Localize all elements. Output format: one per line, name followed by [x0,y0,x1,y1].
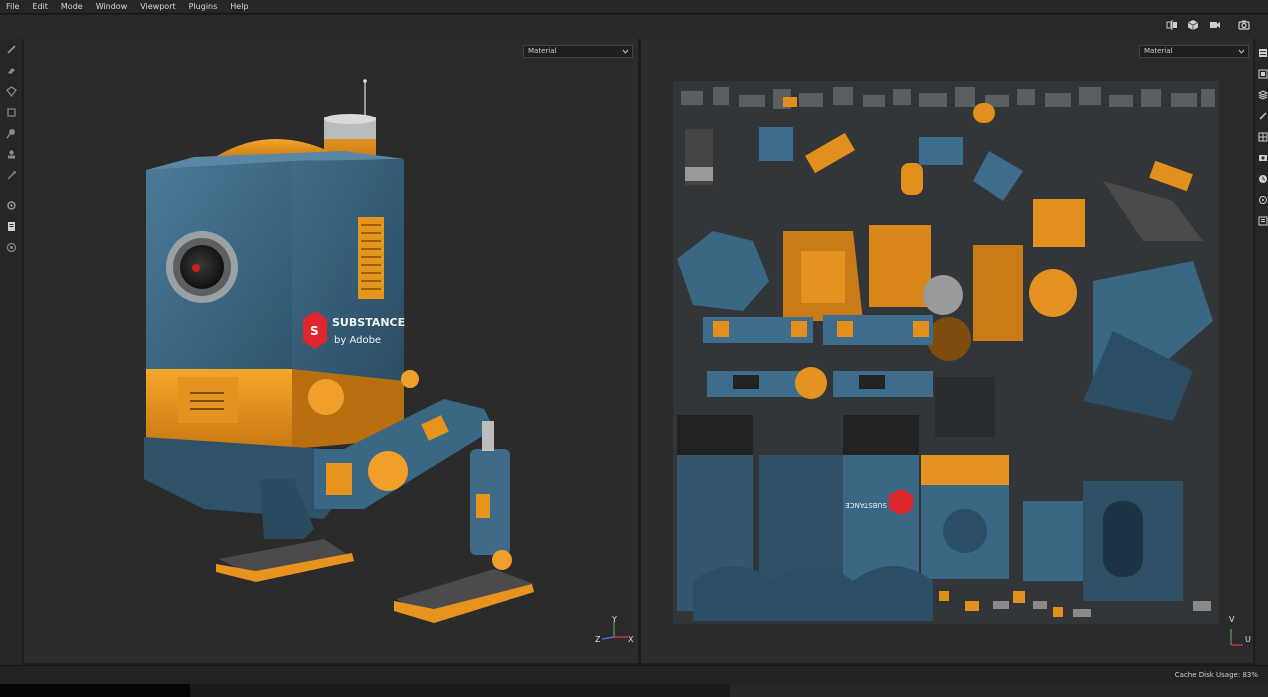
smudge-icon[interactable] [5,127,18,140]
uv-texture-map: SUBSTANCE [673,81,1219,624]
axis-u-label: U [1245,635,1251,644]
axis-y-label: Y [612,615,617,624]
cache-disk-usage-value: 83% [1242,671,1258,679]
camera-icon[interactable] [1208,18,1222,32]
projection-icon[interactable] [5,85,18,98]
viewport-3d[interactable]: Material S SUBSTANCE by Adobe Y Z X [24,39,638,663]
cache-disk-usage: Cache Disk Usage: 83% [1175,671,1258,679]
layers-icon[interactable] [1257,85,1268,100]
menu-bar: File Edit Mode Window Viewport Plugins H… [0,0,1268,14]
channel-select-2d[interactable]: Material [1139,45,1249,58]
texture-set-settings-icon[interactable] [1258,64,1268,79]
properties-icon[interactable] [1258,106,1268,120]
brush-icon[interactable] [5,43,18,56]
color-picker-icon[interactable] [5,169,18,182]
axis-x-label: X [628,635,634,644]
cache-disk-usage-label: Cache Disk Usage: [1174,671,1241,679]
eraser-icon[interactable] [5,64,18,77]
svg-text:SUBSTANCE: SUBSTANCE [845,501,887,509]
top-toolbar [0,15,1268,39]
screenshot-icon[interactable] [1237,18,1251,32]
right-toolbar [1254,39,1268,665]
split-view-icon[interactable] [1165,18,1179,32]
axis-v-label: V [1229,615,1235,624]
viewport-2d[interactable]: Material SUBSTANCE V U [641,39,1253,663]
settings-icon[interactable] [5,199,18,212]
library-icon[interactable] [1258,211,1268,226]
shader-settings-icon[interactable] [1258,148,1268,161]
clone-icon[interactable] [5,148,18,161]
texture-set-list-icon[interactable] [1258,43,1268,57]
menu-help[interactable]: Help [230,2,255,11]
menu-mode[interactable]: Mode [61,2,90,11]
status-bar: Cache Disk Usage: 83% [0,665,1268,684]
robot-logo-text: SUBSTANCE [332,316,405,329]
display-settings-icon[interactable] [1258,127,1268,142]
menu-viewport[interactable]: Viewport [140,2,182,11]
svg-text:S: S [310,324,319,338]
history-icon[interactable] [1258,169,1268,183]
cube-icon[interactable] [1186,18,1200,32]
menu-file[interactable]: File [6,2,26,11]
left-toolbar [0,39,23,665]
polygon-fill-icon[interactable] [5,106,18,119]
channel-select-2d-value: Material [1144,47,1173,55]
menu-plugins[interactable]: Plugins [189,2,225,11]
log-icon[interactable] [1258,190,1268,204]
robot-logo-sub: by Adobe [334,335,381,346]
bottom-strip [0,684,1268,697]
chevron-down-icon [1238,49,1245,54]
axis-z-label: Z [595,635,601,644]
document-icon[interactable] [5,220,18,233]
menu-edit[interactable]: Edit [32,2,55,11]
bake-icon[interactable] [5,241,18,254]
robot-model: S SUBSTANCE by Adobe [144,79,534,623]
menu-window[interactable]: Window [96,2,135,11]
